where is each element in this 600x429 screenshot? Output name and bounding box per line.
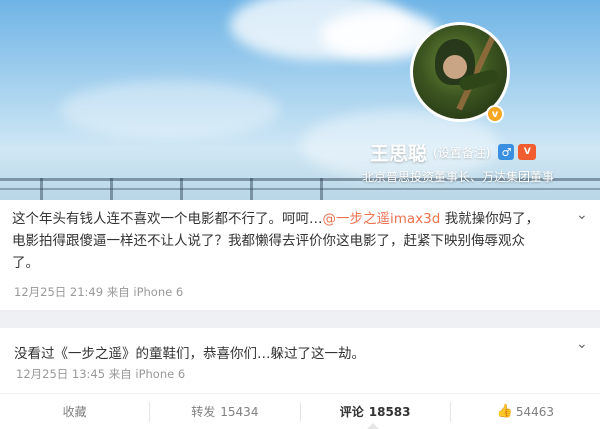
repost-count: 15434 [220, 404, 259, 419]
chevron-down-icon[interactable]: ⌄ [576, 337, 588, 351]
repost-label: 转发 [191, 405, 216, 419]
weibo-post-card: ⌄ 这个年头有钱人连不喜欢一个电影都不行了。呵呵…@一步之遥imax3d 我就操… [0, 200, 600, 310]
action-bar: 收藏 转发 15434 评论 18583 👍 54463 [0, 393, 600, 429]
like-count: 54463 [515, 404, 555, 419]
active-tab-caret [367, 423, 379, 429]
favorite-label: 收藏 [62, 405, 87, 419]
vip-member-icon[interactable]: V [518, 144, 537, 160]
thumbs-up-icon: 👍 [496, 404, 513, 419]
repost-timestamp-source[interactable]: 12月25日 13:45 来自 iPhone 6 [16, 366, 185, 382]
like-button[interactable]: 👍 54463 [449, 401, 600, 422]
favorite-button[interactable]: 收藏 [0, 402, 149, 422]
mention-link[interactable]: @一步之遥imax3d [323, 211, 441, 227]
set-remark-link[interactable]: (设置备注) [433, 144, 490, 161]
verified-badge-icon: v [486, 105, 504, 123]
post-text-line: 电影拍得跟傻逼一样还不让人说了？我都懒得去评价你这电影了，赶紧下映别侮辱观众 [12, 233, 525, 249]
profile-cover: v 王思聪 (设置备注) ♂ V 北京普思投资董事长、万达集团董事 [0, 0, 600, 200]
post-text-line: 了。 [12, 255, 39, 271]
avatar-face [443, 55, 467, 79]
comment-button[interactable]: 评论 18583 [299, 401, 450, 422]
cover-railing-post [180, 178, 183, 200]
post-timestamp-source[interactable]: 12月25日 21:49 来自 iPhone 6 [14, 284, 183, 300]
cover-railing [0, 188, 600, 190]
post-text: 我就操你妈了， [440, 211, 540, 227]
chevron-down-icon[interactable]: ⌄ [576, 208, 588, 222]
comment-label: 评论 [339, 405, 364, 419]
cover-railing-post [40, 178, 43, 200]
repost-card: ⌄ 没看过《一步之遥》的童鞋们，恭喜你们…躲过了这一劫。 12月25日 13:4… [0, 328, 600, 429]
cover-cloud [60, 80, 280, 140]
cover-railing-post [250, 178, 253, 200]
post-text-line: 这个年头有钱人连不喜欢一个电影都不行了。呵呵…@一步之遥imax3d 我就操你妈… [12, 208, 539, 230]
male-gender-icon: ♂ [498, 144, 515, 160]
repost-button[interactable]: 转发 15434 [149, 401, 299, 422]
cover-railing-post [110, 178, 113, 200]
comment-count: 18583 [368, 404, 411, 419]
profile-name-row: 王思聪 (设置备注) ♂ V [370, 139, 537, 166]
post-text: 这个年头有钱人连不喜欢一个电影都不行了。呵呵… [12, 211, 323, 227]
repost-text: 没看过《一步之遥》的童鞋们，恭喜你们…躲过了这一劫。 [14, 346, 365, 362]
cover-railing-post [320, 178, 323, 200]
profile-bio: 北京普思投资董事长、万达集团董事 [362, 170, 555, 184]
profile-name[interactable]: 王思聪 [370, 139, 427, 166]
